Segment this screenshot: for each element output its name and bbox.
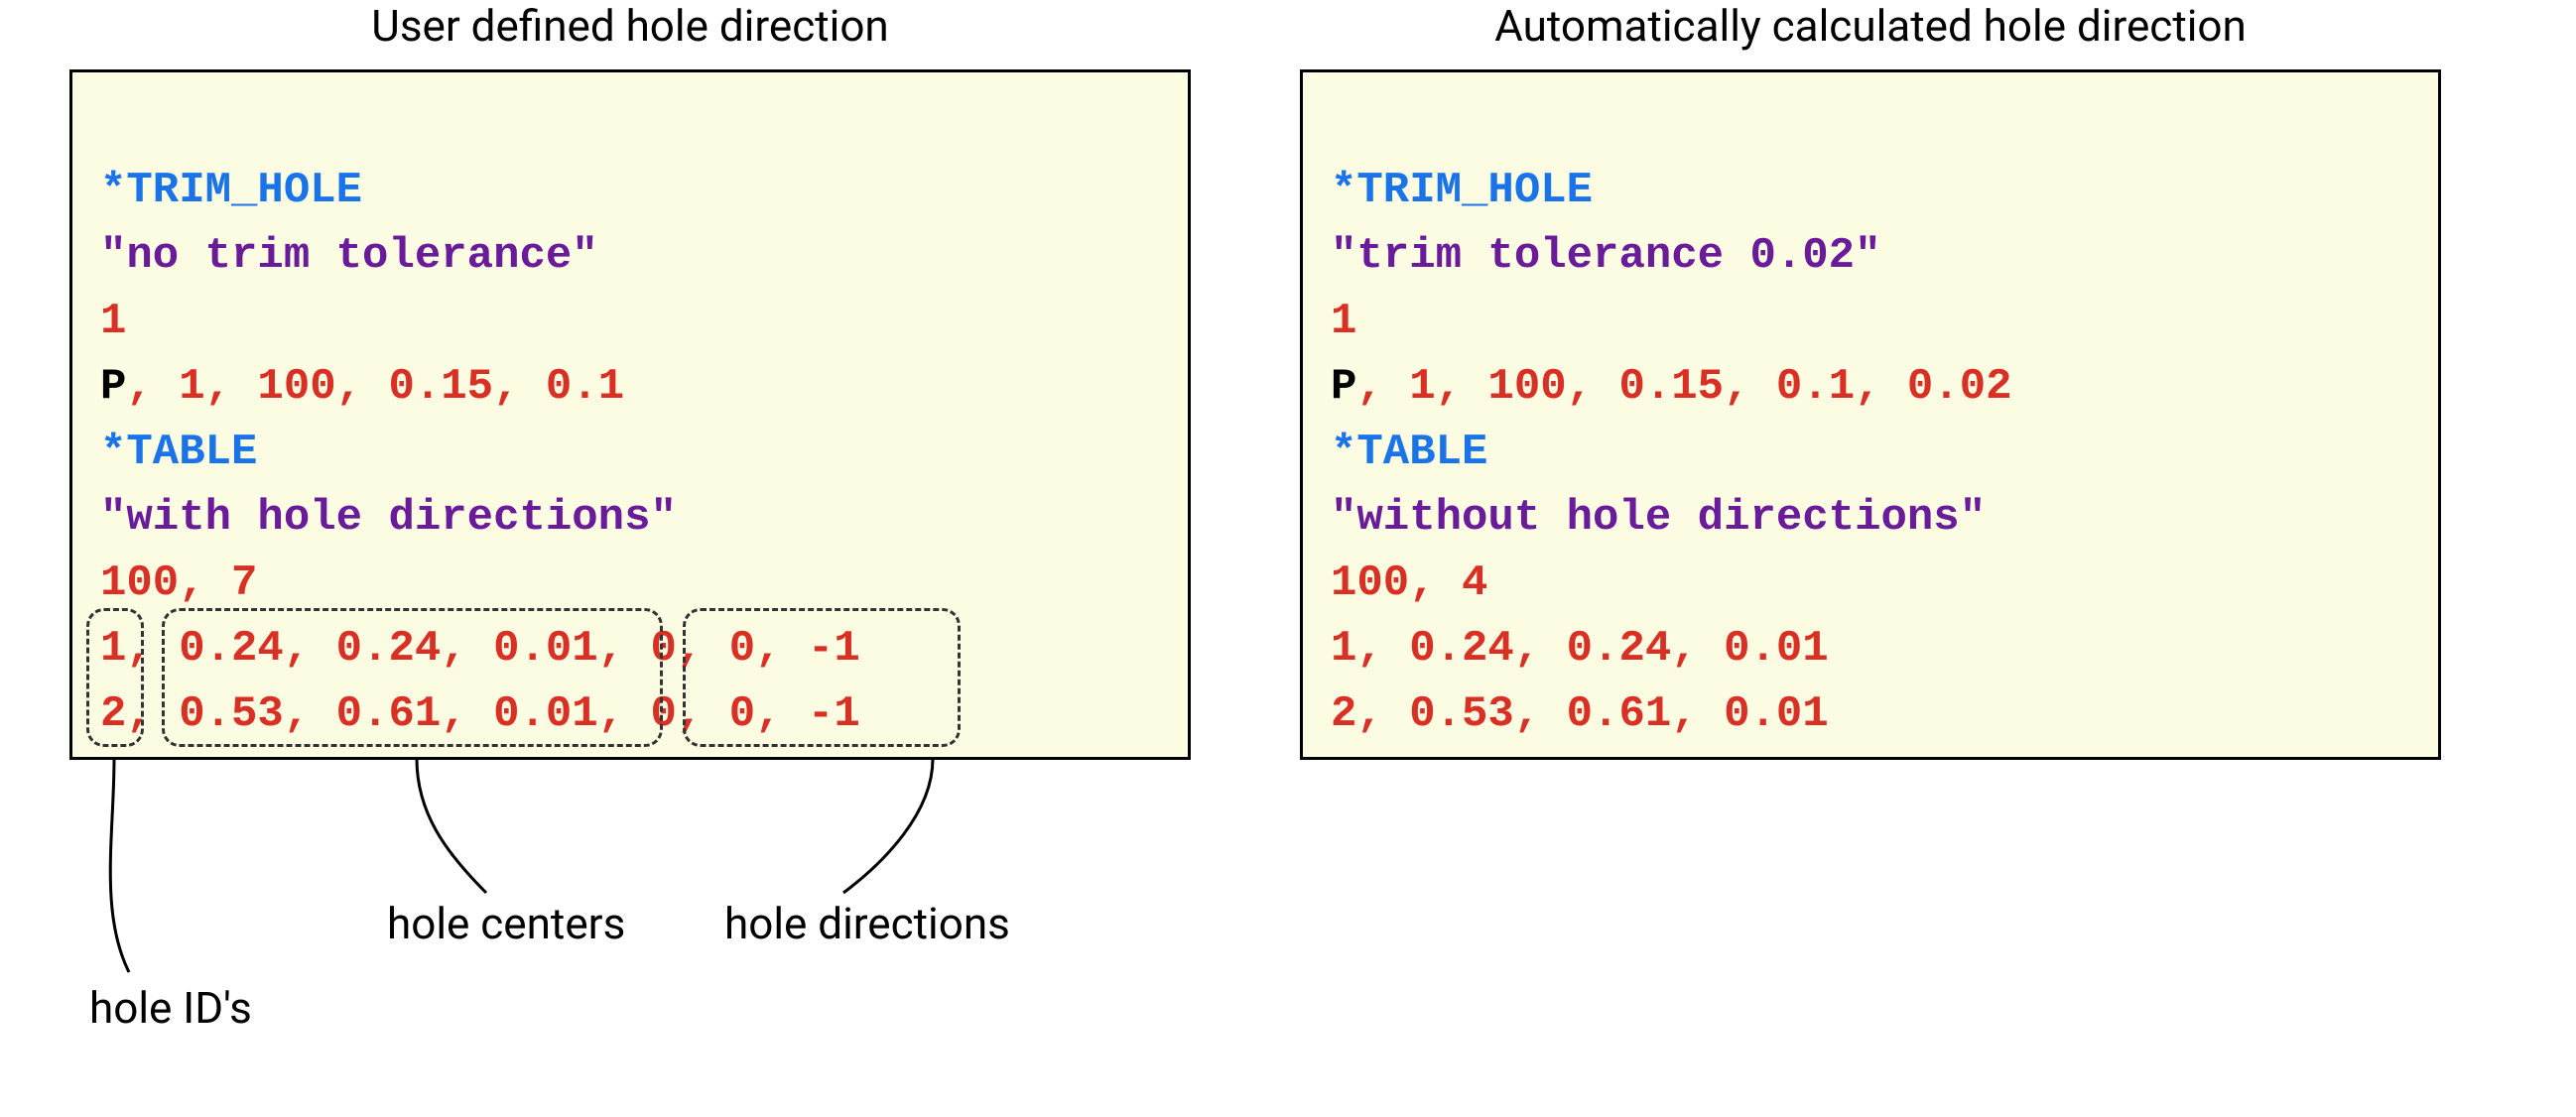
left-code-box: *TRIM_HOLE "no trim tolerance" 1 P, 1, 1…: [69, 69, 1191, 760]
right-code-box: *TRIM_HOLE "trim tolerance 0.02" 1 P, 1,…: [1300, 69, 2441, 760]
right-count: 1: [1331, 297, 1356, 346]
left-row2-id: 2: [100, 689, 126, 739]
right-table-kw: *TABLE: [1331, 428, 1487, 477]
left-count: 1: [100, 297, 126, 346]
right-p-comma: ,: [1356, 362, 1409, 412]
left-p-params: 1, 100, 0.15, 0.1: [179, 362, 624, 412]
right-row2: 2, 0.53, 0.61, 0.01: [1331, 689, 1829, 739]
right-row1: 1, 0.24, 0.24, 0.01: [1331, 624, 1829, 674]
left-trim-string: "no trim tolerance": [100, 231, 598, 281]
right-p-letter: P: [1331, 362, 1356, 412]
left-row2-dir: 0, 0, -1: [624, 689, 860, 739]
left-row1-c2: ,: [598, 624, 624, 674]
left-table-kw: *TABLE: [100, 428, 257, 477]
left-row1-c1: ,: [126, 624, 152, 674]
left-p-letter: P: [100, 362, 126, 412]
anno-hole-dirs: hole directions: [724, 898, 1010, 949]
anno-hole-centers: hole centers: [387, 898, 625, 949]
right-table-string: "without hole directions": [1331, 493, 1986, 543]
right-caption: Automatically calculated hole direction: [1300, 0, 2441, 52]
left-row1-dir: 0, 0, -1: [624, 624, 860, 674]
right-trim-string: "trim tolerance 0.02": [1331, 231, 1881, 281]
right-table-dims: 100, 4: [1331, 558, 1487, 608]
left-p-comma: ,: [126, 362, 179, 412]
right-trimhole-kw: *TRIM_HOLE: [1331, 166, 1593, 215]
left-row2-cen: 0.53, 0.61, 0.01: [153, 689, 598, 739]
left-row1-cen: 0.24, 0.24, 0.01: [153, 624, 598, 674]
anno-hole-ids: hole ID's: [89, 982, 252, 1034]
left-row2-c2: ,: [598, 689, 624, 739]
left-row2-c1: ,: [126, 689, 152, 739]
left-row1-id: 1: [100, 624, 126, 674]
right-p-params: 1, 100, 0.15, 0.1, 0.02: [1409, 362, 2011, 412]
left-table-string: "with hole directions": [100, 493, 677, 543]
left-table-dims: 100, 7: [100, 558, 257, 608]
left-trimhole-kw: *TRIM_HOLE: [100, 166, 362, 215]
left-caption: User defined hole direction: [69, 0, 1191, 52]
